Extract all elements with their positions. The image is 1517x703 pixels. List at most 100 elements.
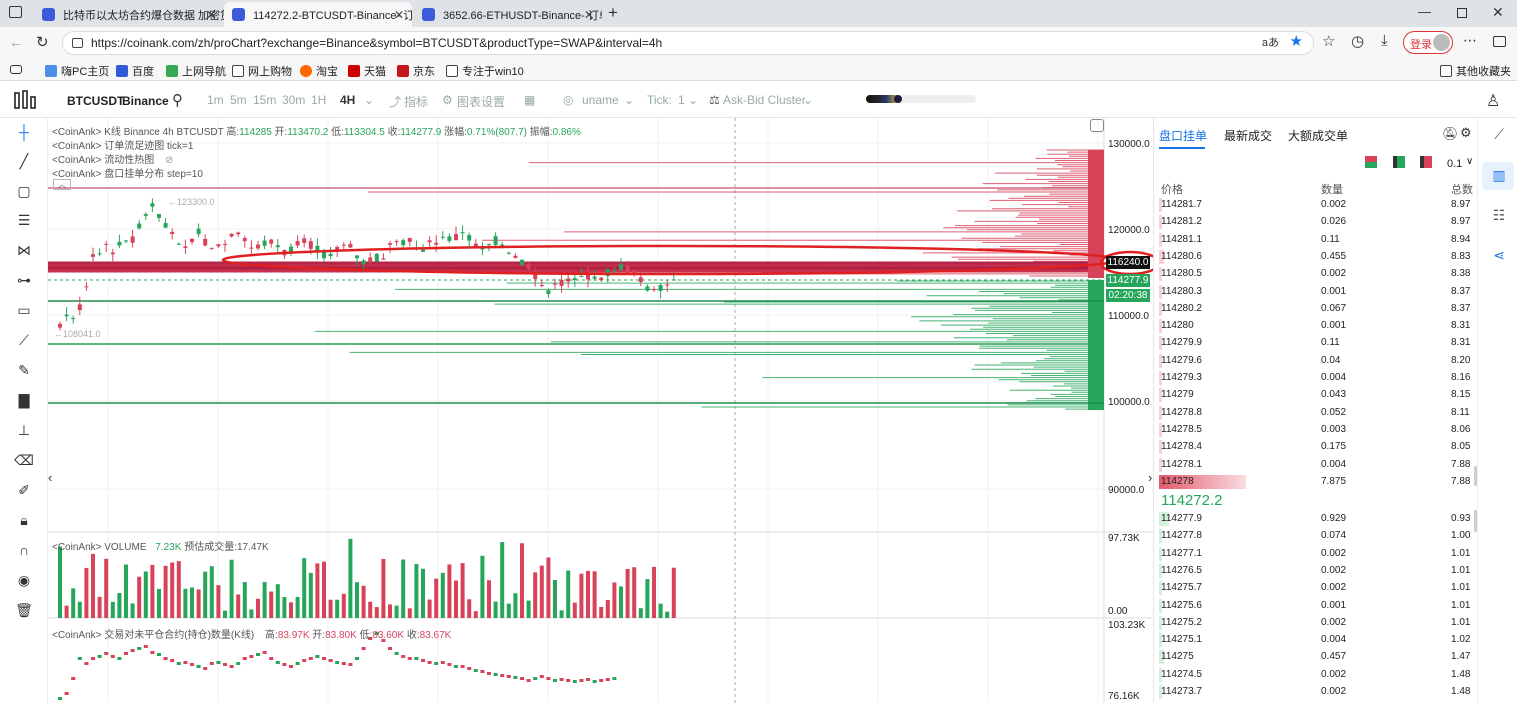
interval-15m[interactable]: 15m <box>253 93 276 107</box>
magnet-edit-icon[interactable]: ✐ <box>14 480 34 500</box>
slider-handle[interactable] <box>894 95 902 103</box>
bid-row[interactable]: 114275.7 0.002 1.01 <box>1154 579 1478 596</box>
bid-row[interactable]: 114277.9 0.929 0.93 <box>1154 510 1478 527</box>
site-info-icon[interactable] <box>72 38 83 48</box>
interval-30m[interactable]: 30m <box>282 93 305 107</box>
step-select[interactable]: 0.1 <box>1447 158 1462 170</box>
expand-orderbook-icon[interactable]: › <box>1148 470 1152 485</box>
view-both-icon[interactable] <box>1365 156 1377 168</box>
heatmap-color-slider[interactable] <box>866 95 976 103</box>
ask-row[interactable]: 114280.2 0.067 8.37 <box>1154 300 1478 317</box>
collapse-legend-button[interactable]: ︿ <box>53 179 71 190</box>
bookmark-item[interactable]: 京东 <box>397 63 435 79</box>
bookmark-item[interactable]: 专注于win10 <box>446 63 524 79</box>
ask-row[interactable]: 114281.2 0.026 8.97 <box>1154 213 1478 230</box>
bid-row[interactable]: 114273.7 0.002 1.48 <box>1154 683 1478 700</box>
bookmark-item[interactable]: 百度 <box>116 63 154 79</box>
browser-tab-2[interactable]: 114272.2-BTCUSDT-Binance- 订单 ✕ <box>224 2 412 27</box>
symbol-name[interactable]: BTCUSDT <box>67 94 124 108</box>
eraser-icon[interactable]: ⌫ <box>14 450 34 470</box>
tab-orderbook[interactable]: 盘口挂单 <box>1159 127 1207 144</box>
ask-row[interactable]: 114278.4 0.175 8.05 <box>1154 438 1478 455</box>
bid-row[interactable]: 114275.1 0.004 1.02 <box>1154 631 1478 648</box>
ruler-icon[interactable]: ⟋ <box>14 330 34 350</box>
view-bids-icon[interactable] <box>1393 156 1405 168</box>
tab-large-trades[interactable]: 大额成交单 <box>1288 127 1348 144</box>
browser-tab-3[interactable]: 3652.66-ETHUSDT-Binance- 订单 ✕ <box>414 2 602 27</box>
chevron-down-icon[interactable]: ∨ <box>1466 156 1473 167</box>
magnet-icon[interactable]: ∩ <box>14 540 34 560</box>
cluster-icon[interactable]: ⚖ <box>709 93 720 107</box>
interval-5m[interactable]: 5m <box>230 93 247 107</box>
view-asks-icon[interactable] <box>1420 156 1432 168</box>
ask-row[interactable]: 114279 0.043 8.15 <box>1154 386 1478 403</box>
ask-row[interactable]: 114279.3 0.004 8.16 <box>1154 369 1478 386</box>
more-icon[interactable]: ⋯ <box>1463 32 1477 49</box>
bookmarks-toggle-icon[interactable] <box>10 65 22 74</box>
bid-row[interactable]: 114277.8 0.074 1.00 <box>1154 527 1478 544</box>
bookmark-item[interactable]: 网上购物 <box>232 63 292 79</box>
ask-row[interactable]: 114279.6 0.04 8.20 <box>1154 352 1478 369</box>
url-field[interactable]: https://coinank.com/zh/proChart?exchange… <box>62 31 1314 55</box>
bid-row[interactable]: 114274.5 0.002 1.48 <box>1154 666 1478 683</box>
ask-row[interactable]: 114278 7.875 7.88 <box>1154 473 1478 490</box>
settings-icon[interactable]: ⚙ <box>442 93 453 107</box>
bookmark-item[interactable]: 嗨PC主页 <box>45 63 109 79</box>
exchange-name[interactable]: Binance <box>122 94 169 108</box>
browser-tab-1[interactable]: 比特币以太坊合约爆仓数据 加密货 ✕ <box>34 2 224 27</box>
tab-latest-trades[interactable]: 最新成交 <box>1224 127 1272 144</box>
measure-icon[interactable]: ⊥ <box>14 420 34 440</box>
ask-row[interactable]: 114279.9 0.11 8.31 <box>1154 334 1478 351</box>
bookmark-item[interactable]: 天猫 <box>348 63 386 79</box>
indicator-button[interactable]: 指标 <box>404 93 428 110</box>
bid-row[interactable]: 114277.1 0.002 1.01 <box>1154 545 1478 562</box>
bookmark-item[interactable]: 上网导航 <box>166 63 226 79</box>
ask-row[interactable]: 114281.7 0.002 8.97 <box>1154 196 1478 213</box>
share-icon[interactable]: ⋖ <box>1490 247 1508 265</box>
trend-line-icon[interactable]: ╱ <box>14 151 34 171</box>
bid-row[interactable]: 114275 0.457 1.47 <box>1154 648 1478 665</box>
bid-row[interactable]: 114275.2 0.002 1.01 <box>1154 614 1478 631</box>
read-aloud-icon[interactable]: aあ <box>1262 32 1279 54</box>
favorite-star-icon[interactable]: ★ <box>1290 31 1303 53</box>
trash-icon[interactable]: 🗑︎ <box>14 600 34 620</box>
search-icon[interactable]: ⚲ <box>172 91 183 109</box>
ask-row[interactable]: 114280.5 0.002 8.38 <box>1154 265 1478 282</box>
chart-area[interactable]: <CoinAnk> K线 Binance 4h BTCUSDT 高:114285… <box>48 118 1153 703</box>
ask-row[interactable]: 114278.8 0.052 8.11 <box>1154 404 1478 421</box>
interval-1h[interactable]: 1H <box>311 93 326 107</box>
text-note-icon[interactable]: ▭ <box>14 300 34 320</box>
chevron-down-icon[interactable]: ⌄ <box>624 93 634 107</box>
user-icon[interactable]: ◎ <box>563 93 573 107</box>
sidebar-toggle-icon[interactable] <box>1493 36 1506 47</box>
pattern-icon[interactable]: ⋈ <box>14 240 34 260</box>
eye-icon[interactable]: ◉ <box>14 570 34 590</box>
interval-1m[interactable]: 1m <box>207 93 224 107</box>
chevron-down-icon[interactable]: ⌄ <box>803 93 813 107</box>
reload-icon[interactable]: ↻ <box>36 33 49 51</box>
mute-icon[interactable]: 🔕︎ <box>1442 126 1459 142</box>
login-button[interactable]: 登录 <box>1403 31 1453 54</box>
ask-row[interactable]: 114278.5 0.003 8.06 <box>1154 421 1478 438</box>
restore-button[interactable] <box>1457 8 1467 18</box>
chart-settings-button[interactable]: 图表设置 <box>457 93 505 110</box>
chevron-down-icon[interactable]: ⌄ <box>364 93 374 107</box>
list-icon[interactable]: ☷ <box>1490 207 1508 225</box>
collapse-panel-left-icon[interactable]: ‹ <box>48 470 52 485</box>
ask-row[interactable]: 114280.3 0.001 8.37 <box>1154 283 1478 300</box>
parallel-lines-icon[interactable]: ☰ <box>14 210 34 230</box>
history-icon[interactable]: ◷ <box>1351 32 1364 50</box>
fib-icon[interactable]: ⊶ <box>14 270 34 290</box>
coinank-logo-icon[interactable] <box>14 90 36 110</box>
back-icon[interactable]: ← <box>9 34 23 50</box>
close-icon[interactable]: ✕ <box>394 8 404 22</box>
tick-value[interactable]: 1 <box>678 93 685 107</box>
new-tab-button[interactable]: + <box>608 3 618 23</box>
download-icon[interactable]: ⤓ <box>1381 32 1388 49</box>
ask-row[interactable]: 114280.6 0.455 8.83 <box>1154 248 1478 265</box>
bid-row[interactable]: 114276.5 0.002 1.01 <box>1154 562 1478 579</box>
account-icon[interactable]: ♙ <box>1486 91 1500 111</box>
cluster-select[interactable]: Ask-Bid Cluster <box>723 93 806 107</box>
ask-row[interactable]: 114280 0.001 8.31 <box>1154 317 1478 334</box>
lock-icon[interactable]: 🔒︎ <box>14 510 34 530</box>
